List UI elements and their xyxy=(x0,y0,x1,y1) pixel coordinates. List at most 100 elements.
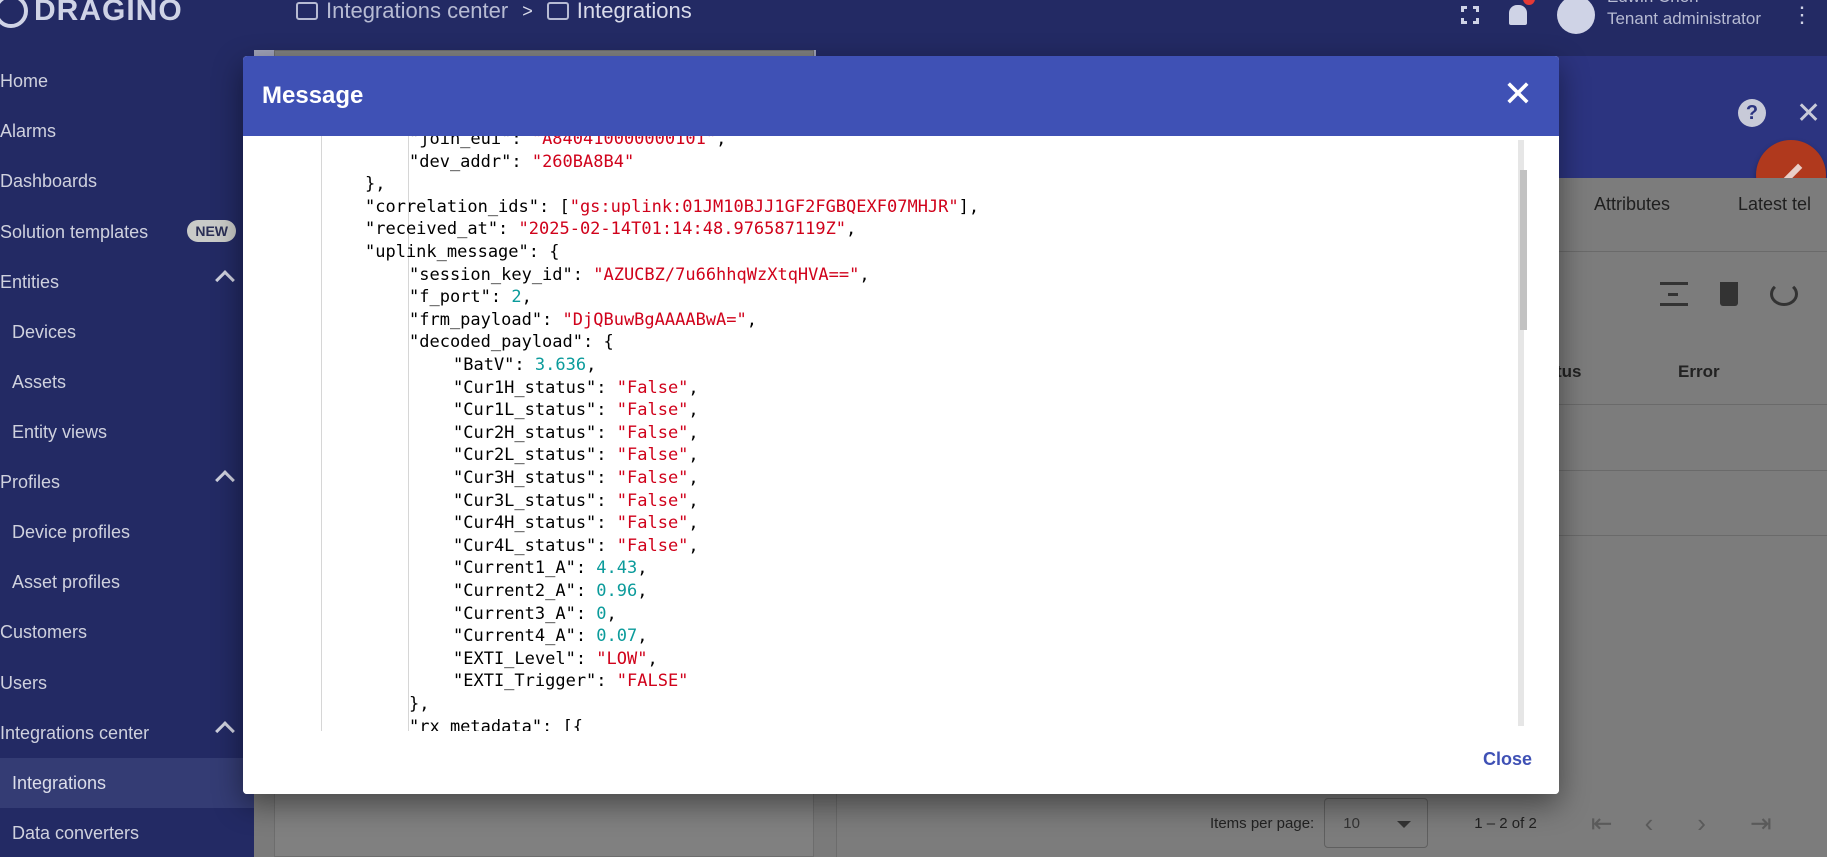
json-number: 4.43 xyxy=(596,558,638,579)
code-line: "dev_addr": "260BA8B4" xyxy=(409,151,634,173)
more-vert-icon[interactable]: ⋮ xyxy=(1791,2,1813,28)
code-line: "session_key_id": "AZUCBZ/7u66hhqWzXtqHV… xyxy=(409,264,870,286)
paginator: Items per page: 10 1 – 2 of 2 ⇤ ‹ › ⇥ xyxy=(1210,798,1772,848)
json-viewer[interactable]: "join_eui": "A840410000000101", "dev_addr… xyxy=(243,136,1559,731)
delete-icon[interactable] xyxy=(1720,282,1738,306)
json-key: "Cur4L_status": xyxy=(453,535,617,556)
json-key: "Current1_A": xyxy=(453,558,597,579)
scrollbar-thumb[interactable] xyxy=(1520,170,1527,330)
code-line: "Cur2H_status": "False", xyxy=(453,422,699,444)
json-string: "LOW" xyxy=(596,648,648,669)
sidebar-item-asset-profiles[interactable]: Asset profiles xyxy=(0,557,254,607)
code-line: "Cur3H_status": "False", xyxy=(453,467,699,489)
breadcrumb-label: Integrations xyxy=(576,0,692,23)
breadcrumb-integrations: Integrations xyxy=(546,0,692,24)
json-number: 0.07 xyxy=(596,626,638,647)
json-key: "join_eui": xyxy=(409,136,532,149)
sidebar-item-integrations[interactable]: Integrations xyxy=(0,758,254,808)
close-icon[interactable]: ✕ xyxy=(1503,74,1533,114)
sidebar-item-entities[interactable]: Entities xyxy=(0,257,254,307)
json-key: , xyxy=(688,490,699,511)
tab-attributes[interactable]: Attributes xyxy=(1594,194,1670,215)
close-button[interactable]: Close xyxy=(1483,749,1532,770)
json-key: "Cur3H_status": xyxy=(453,468,617,488)
json-string: "AZUCBZ/7u66hhqWzXtqHVA==" xyxy=(593,264,860,285)
sidebar-item-assets[interactable]: Assets xyxy=(0,357,254,407)
json-string: "False" xyxy=(616,468,689,488)
help-icon[interactable]: ? xyxy=(1738,99,1766,127)
items-per-page-label: Items per page: xyxy=(1210,814,1315,832)
column-header-error[interactable]: Error xyxy=(1678,362,1720,382)
sidebar-item-home[interactable]: Home xyxy=(0,56,254,106)
code-line: "Cur3L_status": "False", xyxy=(453,490,699,512)
chevron-up-icon xyxy=(215,470,235,490)
tab-latest-telemetry[interactable]: Latest tel xyxy=(1738,194,1811,215)
code-line: "Current1_A": 4.43, xyxy=(453,557,648,579)
code-line: "Cur2L_status": "False", xyxy=(453,444,699,466)
notifications-icon[interactable] xyxy=(1508,0,1535,25)
json-key: , xyxy=(716,136,727,149)
sidebar-item-integrations-center[interactable]: Integrations center xyxy=(0,708,254,758)
json-number: 0.96 xyxy=(596,581,638,601)
json-key: "received_at": xyxy=(365,219,519,240)
json-key: }, xyxy=(365,174,386,195)
code-line: "decoded_payload": { xyxy=(409,331,614,353)
user-menu[interactable]: Edwin Chen Tenant administrator xyxy=(1556,0,1761,34)
sidebar-item-label: Asset profiles xyxy=(12,571,121,592)
dialog-footer: Close xyxy=(243,731,1559,794)
sidebar-item-entity-views[interactable]: Entity views xyxy=(0,407,254,457)
logo[interactable]: DRAGINO xyxy=(0,0,183,28)
sidebar-item-profiles[interactable]: Profiles xyxy=(0,457,254,507)
sidebar-item-devices[interactable]: Devices xyxy=(0,307,254,357)
sidebar-item-data-converters[interactable]: Data converters xyxy=(0,808,254,857)
column-header-status[interactable]: tus xyxy=(1556,362,1582,382)
json-number: 2 xyxy=(511,287,522,308)
sidebar-item-label: Customers xyxy=(0,621,88,642)
notification-badge xyxy=(1522,0,1535,5)
filter-icon[interactable] xyxy=(1660,282,1688,306)
code-line: "rx_metadata": [{ xyxy=(409,716,583,731)
sidebar-item-users[interactable]: Users xyxy=(0,658,254,708)
breadcrumb-integrations-center[interactable]: Integrations center xyxy=(296,0,508,24)
json-key: "Current4_A": xyxy=(453,626,597,647)
json-string: "DjQBuwBgAAAABwA=" xyxy=(562,309,747,330)
json-key: "f_port": xyxy=(409,287,512,308)
sidebar: Home Alarms Dashboards Solution template… xyxy=(0,56,254,857)
top-actions: Edwin Chen Tenant administrator ⋮ xyxy=(1460,0,1827,34)
json-key: "Cur2H_status": xyxy=(453,422,617,443)
top-bar: DRAGINO Integrations center > Integratio… xyxy=(0,0,1827,56)
prev-page-icon[interactable]: ‹ xyxy=(1645,808,1654,839)
first-page-icon[interactable]: ⇤ xyxy=(1591,808,1613,839)
last-page-icon[interactable]: ⇥ xyxy=(1750,808,1772,839)
chevron-up-icon xyxy=(215,270,235,290)
sidebar-item-label: Entity views xyxy=(12,421,108,442)
close-icon[interactable]: ✕ xyxy=(1796,96,1821,131)
sidebar-item-label: Devices xyxy=(12,321,77,342)
json-string: "260BA8B4" xyxy=(531,151,635,172)
next-page-icon[interactable]: › xyxy=(1697,808,1706,839)
json-key: "uplink_message": { xyxy=(365,242,560,262)
sidebar-item-solution-templates[interactable]: Solution templates NEW xyxy=(0,207,254,257)
sidebar-item-alarms[interactable]: Alarms xyxy=(0,106,254,156)
fullscreen-icon[interactable] xyxy=(1460,6,1479,24)
sidebar-item-device-profiles[interactable]: Device profiles xyxy=(0,507,254,557)
json-key: , xyxy=(688,445,699,466)
user-role: Tenant administrator xyxy=(1606,9,1761,28)
json-key: , xyxy=(859,264,870,285)
json-key: "Cur1L_status": xyxy=(453,400,617,421)
json-key: , xyxy=(637,581,648,601)
sidebar-item-label: Solution templates xyxy=(0,221,149,242)
json-string: "False" xyxy=(616,490,689,511)
sidebar-item-dashboards[interactable]: Dashboards xyxy=(0,156,254,206)
dialog-title: Message xyxy=(262,82,364,109)
sidebar-item-customers[interactable]: Customers xyxy=(0,607,254,657)
breadcrumb: Integrations center > Integrations xyxy=(296,0,692,24)
items-per-page-select[interactable]: 10 xyxy=(1324,798,1429,848)
json-string: "False" xyxy=(616,377,689,398)
new-badge: NEW xyxy=(187,220,236,242)
sidebar-item-label: Entities xyxy=(0,271,60,292)
json-key: , xyxy=(586,355,597,375)
json-key: , xyxy=(637,626,648,647)
refresh-icon[interactable] xyxy=(1770,282,1798,306)
code-line: "Cur1H_status": "False", xyxy=(453,377,699,399)
